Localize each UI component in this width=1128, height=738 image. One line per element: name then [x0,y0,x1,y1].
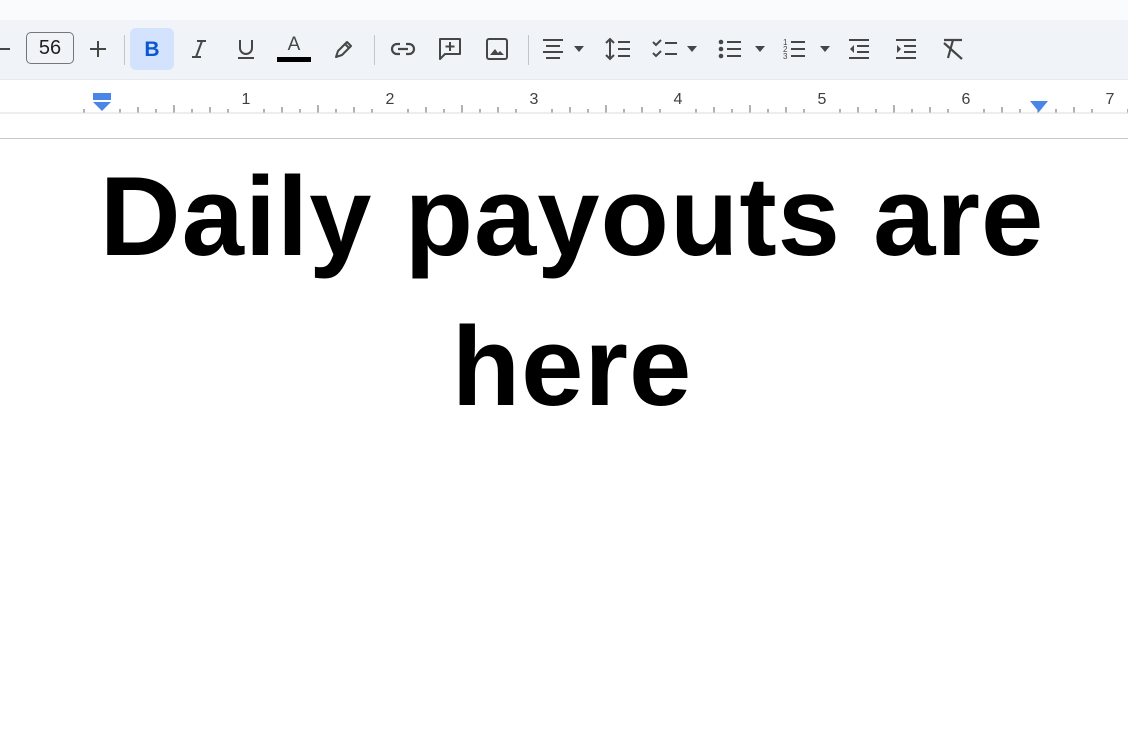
font-size-input[interactable]: 56 [26,32,74,64]
numbered-list-icon: 1 2 3 [783,38,830,61]
clear-formatting-button[interactable] [932,28,974,70]
formatting-toolbar: 56 B A 1 2 3 [0,20,1128,80]
decrease-indent-button[interactable] [838,28,880,70]
insert-link-icon [390,42,416,56]
top-strip [0,0,1128,20]
line-spacing-button[interactable] [598,28,638,70]
bold-icon: B [144,38,159,60]
numbered-list-menu-button[interactable]: 1 2 3 [780,28,836,70]
italic-button[interactable] [178,28,220,70]
italic-icon [192,40,206,58]
ruler-label: 6 [962,91,971,108]
insert-image-button[interactable] [476,28,518,70]
document-heading[interactable]: Daily payouts are here [60,142,1084,442]
ruler-label: 4 [674,91,683,108]
add-comment-button[interactable] [429,28,471,70]
left-indent-marker-icon[interactable] [91,93,113,113]
decrease-indent-icon [849,39,869,59]
increase-font-size-icon [90,41,106,57]
line-spacing-icon [605,37,630,61]
text-color-button[interactable]: A [274,28,314,70]
toolbar-divider [528,35,529,65]
ruler-label: 2 [386,91,395,108]
increase-indent-button[interactable] [885,28,927,70]
bold-button[interactable]: B [130,28,174,70]
insert-link-button[interactable] [382,28,424,70]
svg-text:A: A [288,34,301,55]
insert-image-icon [486,38,508,60]
ruler-label: 3 [530,91,539,108]
text-color-icon: A [277,34,311,62]
decrease-font-size-button[interactable] [0,28,14,70]
increase-font-size-button[interactable] [84,28,112,70]
svg-text:B: B [144,38,159,60]
bulleted-list-icon [718,39,765,59]
underline-icon [238,40,254,59]
underline-button[interactable] [225,28,267,70]
align-center-icon [543,39,584,59]
bulleted-list-menu-button[interactable] [714,28,772,70]
toolbar-divider [124,35,125,65]
checklist-menu-button[interactable] [648,28,706,70]
decrease-font-size-icon [0,48,10,50]
svg-text:3: 3 [783,52,788,61]
toolbar-divider [374,35,375,65]
increase-indent-icon [896,39,916,59]
ruler-label: 1 [242,91,251,108]
highlight-button[interactable] [322,28,364,70]
ruler-label: 7 [1106,91,1115,108]
right-indent-marker-icon[interactable] [1029,100,1049,114]
add-comment-icon [439,38,461,60]
ruler-label: 5 [818,91,827,108]
clear-formatting-icon [943,38,963,60]
highlight-icon [335,41,352,58]
align-menu-button[interactable] [536,28,590,70]
checklist-icon [652,39,697,58]
ruler-scale: 1 2 3 4 5 6 7 [0,91,1128,114]
ruler: 1 2 3 4 5 6 7 [0,80,1128,139]
